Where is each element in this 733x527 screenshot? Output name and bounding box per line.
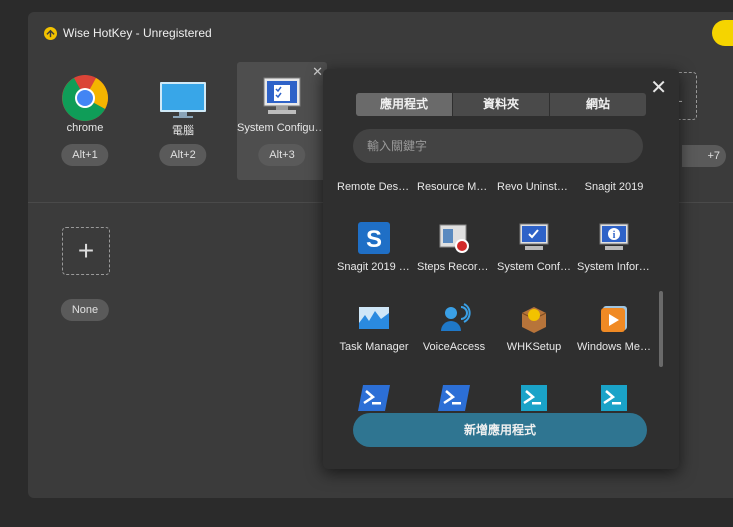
close-icon[interactable]: ✕ bbox=[650, 78, 667, 98]
computer-monitor-icon bbox=[159, 74, 207, 122]
app-item[interactable]: Revo Uninstaller bbox=[493, 173, 575, 211]
app-label: Windows Media Player bbox=[577, 341, 655, 353]
plus-icon: + bbox=[77, 235, 95, 266]
add-application-button[interactable]: 新增應用程式 bbox=[353, 413, 647, 447]
powershell-icon bbox=[437, 381, 471, 411]
scrollbar-thumb[interactable] bbox=[659, 291, 663, 367]
system-config-icon bbox=[517, 221, 551, 255]
remote-desktop-icon bbox=[357, 173, 391, 175]
window-title: Wise HotKey - Unregistered bbox=[63, 26, 212, 40]
slot-name: System Configuration bbox=[237, 122, 327, 134]
app-label: System Information bbox=[577, 261, 655, 273]
app-item[interactable] bbox=[333, 373, 415, 411]
powershell-ise-icon bbox=[517, 381, 551, 411]
tab-websites[interactable]: 網站 bbox=[550, 93, 646, 116]
app-item[interactable]: i System Information bbox=[573, 213, 655, 291]
app-item[interactable]: WHKSetup bbox=[493, 293, 575, 371]
app-item[interactable] bbox=[573, 373, 655, 411]
powershell-icon bbox=[357, 381, 391, 411]
app-label: WHKSetup bbox=[506, 341, 562, 353]
hotkey-slot-computer[interactable]: 電腦 Alt+2 bbox=[138, 62, 228, 180]
powershell-ise-icon bbox=[597, 381, 631, 411]
wise-hotkey-logo-icon bbox=[44, 26, 57, 40]
app-label: Snagit 2019 Editor bbox=[337, 261, 415, 273]
hotkey-slot-chrome[interactable]: chrome Alt+1 bbox=[40, 62, 130, 180]
hotkey-pill[interactable]: Alt+3 bbox=[258, 144, 306, 166]
media-player-icon bbox=[597, 301, 631, 335]
app-label: System Configuration bbox=[497, 261, 575, 273]
app-label: Revo Uninstaller bbox=[497, 181, 575, 193]
app-label: Snagit 2019 bbox=[584, 181, 644, 193]
app-picker-popup: ✕ 應用程式 資料夾 網站 Remote Desktop Connection … bbox=[323, 69, 679, 469]
app-item[interactable]: Snagit 2019 bbox=[573, 173, 655, 211]
picker-tabs: 應用程式 資料夾 網站 bbox=[356, 93, 646, 116]
app-label: VoiceAccess bbox=[422, 341, 486, 353]
task-manager-icon bbox=[357, 301, 391, 335]
tab-applications[interactable]: 應用程式 bbox=[356, 93, 453, 116]
app-item[interactable]: Steps Recorder bbox=[413, 213, 495, 291]
close-icon[interactable]: ✕ bbox=[312, 65, 323, 78]
voice-access-icon bbox=[437, 301, 471, 335]
search-input[interactable] bbox=[353, 129, 643, 163]
chrome-icon bbox=[61, 74, 109, 122]
slot-name: chrome bbox=[66, 122, 104, 134]
app-grid: Remote Desktop Connection Resource Monit… bbox=[333, 173, 663, 411]
app-item[interactable] bbox=[413, 373, 495, 411]
app-item[interactable]: S Snagit 2019 Editor bbox=[333, 213, 415, 291]
app-item[interactable] bbox=[493, 373, 575, 411]
app-item[interactable]: Windows Media Player bbox=[573, 293, 655, 371]
hotkey-pill[interactable]: +7 bbox=[682, 145, 726, 167]
system-config-icon bbox=[258, 74, 306, 122]
hotkey-pill[interactable]: None bbox=[60, 299, 110, 321]
title-bar: Wise HotKey - Unregistered bbox=[44, 26, 212, 40]
app-item[interactable]: System Configuration bbox=[493, 213, 575, 291]
resource-monitor-icon bbox=[437, 173, 471, 175]
app-item[interactable]: VoiceAccess bbox=[413, 293, 495, 371]
tab-folders[interactable]: 資料夾 bbox=[453, 93, 550, 116]
app-item[interactable]: Remote Desktop Connection bbox=[333, 173, 415, 211]
slot-name: 電腦 bbox=[172, 125, 194, 137]
app-label: Remote Desktop Connection bbox=[337, 181, 415, 193]
snagit-editor-icon: S bbox=[357, 221, 391, 255]
register-button[interactable] bbox=[712, 20, 733, 46]
steps-recorder-icon bbox=[437, 221, 471, 255]
whksetup-icon bbox=[517, 301, 551, 335]
system-info-icon: i bbox=[597, 221, 631, 255]
app-item[interactable]: Task Manager bbox=[333, 293, 415, 371]
revo-uninstaller-icon bbox=[517, 173, 551, 175]
hotkey-pill[interactable]: Alt+1 bbox=[61, 144, 109, 166]
svg-text:S: S bbox=[366, 226, 382, 253]
hotkey-slot-system-config[interactable]: ✕ System Configuration Alt+3 bbox=[237, 62, 327, 180]
add-slot-button[interactable]: + bbox=[62, 227, 110, 275]
svg-text:i: i bbox=[613, 230, 616, 241]
app-item[interactable]: Resource Monitor bbox=[413, 173, 495, 211]
app-label: Task Manager bbox=[339, 341, 409, 353]
snagit-icon bbox=[597, 173, 631, 175]
app-label: Resource Monitor bbox=[417, 181, 495, 193]
app-label: Steps Recorder bbox=[417, 261, 494, 273]
hotkey-pill[interactable]: Alt+2 bbox=[159, 144, 207, 166]
